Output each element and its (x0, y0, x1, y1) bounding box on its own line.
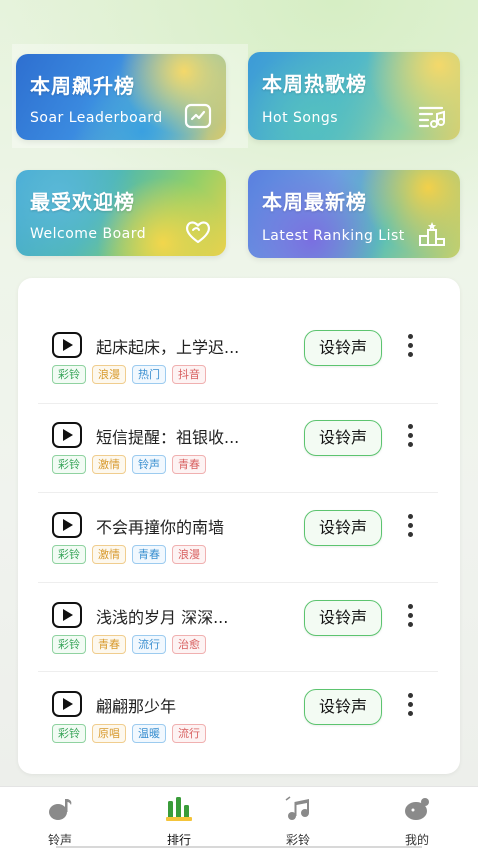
song-title: 不会再撞你的南墙 (96, 518, 225, 537)
play-icon[interactable] (52, 691, 82, 717)
tag: 浪漫 (172, 545, 206, 564)
tag-group: 彩铃 原唱 温暖 流行 (52, 724, 206, 743)
card-title: 本周飙升榜 (30, 74, 135, 98)
tag: 彩铃 (52, 724, 86, 743)
hot-songs-card[interactable]: 本周热歌榜 Hot Songs (248, 52, 460, 140)
song-title: 翩翩那少年 (96, 697, 177, 716)
card-subtitle: Latest Ranking List (262, 228, 405, 244)
list-item[interactable]: 短信提醒：祖银收... 彩铃 激情 铃声 青春 设铃声 (38, 402, 438, 492)
trending-chart-icon (184, 103, 212, 129)
tag-group: 彩铃 激情 铃声 青春 (52, 455, 206, 474)
tag-group: 彩铃 青春 流行 治愈 (52, 635, 206, 654)
play-icon[interactable] (52, 332, 82, 358)
set-ringtone-button[interactable]: 设铃声 (304, 510, 382, 546)
tag: 激情 (92, 545, 126, 564)
tag: 激情 (92, 455, 126, 474)
music-playlist-icon (418, 106, 445, 128)
tag: 抖音 (172, 365, 206, 384)
tag: 浪漫 (92, 365, 126, 384)
music-note-icon (49, 799, 72, 820)
tag: 青春 (172, 455, 206, 474)
more-options-icon[interactable] (404, 334, 416, 362)
more-options-icon[interactable] (404, 424, 416, 452)
tag: 彩铃 (52, 635, 86, 654)
ranking-bars-icon (166, 797, 192, 821)
play-icon[interactable] (52, 602, 82, 628)
welcome-board-card[interactable]: 最受欢迎榜 Welcome Board (16, 170, 226, 256)
more-options-icon[interactable] (404, 604, 416, 632)
more-options-icon[interactable] (404, 514, 416, 542)
bottom-divider (56, 846, 422, 848)
more-options-icon[interactable] (404, 693, 416, 721)
tab-color-ringtone[interactable]: 彩铃 (238, 787, 358, 850)
tag: 彩铃 (52, 545, 86, 564)
latest-ranking-card[interactable]: 本周最新榜 Latest Ranking List (248, 170, 460, 258)
tag: 彩铃 (52, 455, 86, 474)
heart-icon (186, 221, 210, 244)
card-subtitle: Welcome Board (30, 226, 147, 242)
song-list-panel: 起床起床，上学迟... 彩铃 浪漫 热门 抖音 设铃声 短信提醒：祖银收... … (18, 278, 460, 774)
song-title: 短信提醒：祖银收... (96, 428, 240, 447)
card-subtitle: Soar Leaderboard (30, 110, 163, 126)
tag: 温暖 (132, 724, 166, 743)
tag: 青春 (92, 635, 126, 654)
tag: 彩铃 (52, 365, 86, 384)
tag: 原唱 (92, 724, 126, 743)
play-icon[interactable] (52, 422, 82, 448)
tag: 热门 (132, 365, 166, 384)
set-ringtone-button[interactable]: 设铃声 (304, 330, 382, 366)
soar-leaderboard-card[interactable]: 本周飙升榜 Soar Leaderboard (16, 54, 226, 140)
card-title: 最受欢迎榜 (30, 190, 135, 214)
set-ringtone-button[interactable]: 设铃声 (304, 420, 382, 456)
list-item[interactable]: 起床起床，上学迟... 彩铃 浪漫 热门 抖音 设铃声 (38, 312, 438, 402)
play-icon[interactable] (52, 512, 82, 538)
tag: 青春 (132, 545, 166, 564)
tag-group: 彩铃 激情 青春 浪漫 (52, 545, 206, 564)
set-ringtone-button[interactable]: 设铃声 (304, 689, 382, 725)
card-title: 本周热歌榜 (262, 72, 367, 96)
tab-mine[interactable]: 我的 (357, 787, 477, 850)
list-item[interactable]: 浅浅的岁月 深深... 彩铃 青春 流行 治愈 设铃声 (38, 582, 438, 672)
tag: 流行 (132, 635, 166, 654)
tab-ringtone[interactable]: 铃声 (0, 787, 120, 850)
list-item[interactable]: 翩翩那少年 彩铃 原唱 温暖 流行 设铃声 (38, 671, 438, 761)
tag: 治愈 (172, 635, 206, 654)
card-subtitle: Hot Songs (262, 110, 339, 126)
double-note-icon (285, 796, 309, 820)
tag: 铃声 (132, 455, 166, 474)
tag-group: 彩铃 浪漫 热门 抖音 (52, 365, 206, 384)
list-item[interactable]: 不会再撞你的南墙 彩铃 激情 青春 浪漫 设铃声 (38, 492, 438, 582)
card-title: 本周最新榜 (262, 190, 367, 214)
profile-icon (405, 798, 429, 820)
podium-icon (419, 222, 445, 246)
song-title: 起床起床，上学迟... (96, 338, 240, 357)
tab-ranking[interactable]: 排行 (119, 787, 239, 850)
tag: 流行 (172, 724, 206, 743)
song-title: 浅浅的岁月 深深... (96, 608, 229, 627)
bottom-tab-bar: 铃声 排行 彩铃 我的 (0, 786, 478, 850)
set-ringtone-button[interactable]: 设铃声 (304, 600, 382, 636)
